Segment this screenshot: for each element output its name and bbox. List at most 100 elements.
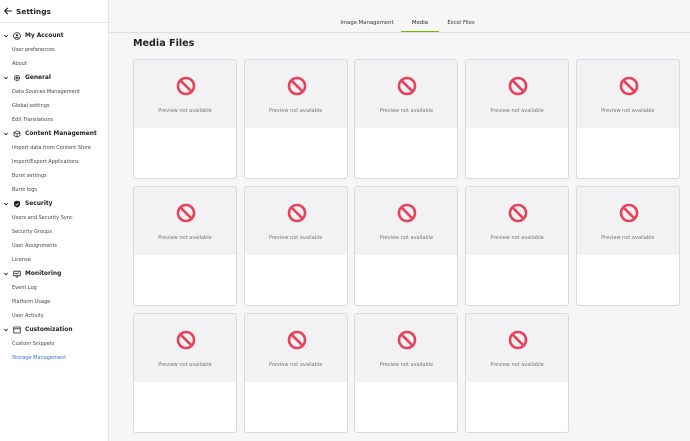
sidebar-item-storage-management[interactable]: Storage Management xyxy=(0,351,108,365)
sidebar-item-security-groups[interactable]: Security Groups xyxy=(0,225,108,239)
chevron-down-icon xyxy=(3,75,9,81)
media-file-card[interactable]: Preview not available xyxy=(243,186,348,306)
preview-unavailable-icon xyxy=(287,203,307,223)
sidebar-header: Settings xyxy=(0,0,108,23)
preview-unavailable-icon xyxy=(508,203,528,223)
preview-unavailable-icon xyxy=(619,76,639,96)
media-file-card[interactable]: Preview not available xyxy=(133,313,237,433)
preview-unavailable-text: Preview not available xyxy=(601,235,655,241)
preview-unavailable-text: Preview not available xyxy=(490,362,544,368)
preview-unavailable-icon xyxy=(176,330,196,350)
preview-unavailable-text: Preview not available xyxy=(490,235,544,241)
sidebar-item-user-assignments[interactable]: User Assignments xyxy=(0,239,108,253)
sidebar-item-license[interactable]: License xyxy=(0,253,108,267)
tab-media[interactable]: Media xyxy=(401,14,439,32)
preview-unavailable-icon xyxy=(397,76,417,96)
gear-icon xyxy=(13,74,21,82)
sidebar-section-label: My Account xyxy=(25,33,64,39)
preview-unavailable-icon xyxy=(287,76,307,96)
sidebar-section-label: General xyxy=(25,75,51,81)
page-title: Media Files xyxy=(133,38,195,49)
sidebar-item-global-settings[interactable]: Global settings xyxy=(0,99,108,113)
sidebar-item-platform-usage[interactable]: Platform Usage xyxy=(0,295,108,309)
preview-unavailable-icon xyxy=(176,203,196,223)
card-preview: Preview not available xyxy=(134,187,236,255)
sidebar-item-data-sources-management[interactable]: Data Sources Management xyxy=(0,85,108,99)
chevron-down-icon xyxy=(3,271,9,277)
preview-unavailable-icon xyxy=(287,330,307,350)
card-preview: Preview not available xyxy=(355,314,458,382)
preview-unavailable-text: Preview not available xyxy=(379,362,434,368)
card-preview: Preview not available xyxy=(134,60,236,128)
preview-unavailable-text: Preview not available xyxy=(268,362,323,368)
preview-unavailable-icon xyxy=(176,76,196,96)
media-file-card[interactable]: Preview not available xyxy=(465,186,570,306)
settings-sidebar: Settings My Account User preferences About… xyxy=(0,0,109,441)
main-content: Image Management Media Excel Files Media F… xyxy=(109,0,690,441)
sidebar-item-import-data-from-content-store[interactable]: Import data from Content Store xyxy=(0,141,108,155)
preview-unavailable-icon xyxy=(397,203,417,223)
sidebar-item-custom-snippets[interactable]: Custom Snippets xyxy=(0,337,108,351)
preview-unavailable-text: Preview not available xyxy=(490,108,544,114)
sidebar-item-burst-logs[interactable]: Burst logs xyxy=(0,183,108,197)
preview-unavailable-text: Preview not available xyxy=(268,235,323,241)
preview-unavailable-icon xyxy=(508,76,528,96)
preview-unavailable-icon xyxy=(508,330,528,350)
card-preview: Preview not available xyxy=(466,187,569,255)
sidebar-section-label: Customization xyxy=(25,327,73,333)
sidebar-title: Settings xyxy=(16,6,51,16)
sidebar-section-monitoring[interactable]: Monitoring xyxy=(0,267,108,281)
card-preview: Preview not available xyxy=(244,314,347,382)
tab-image-management[interactable]: Image Management xyxy=(329,14,405,32)
sidebar-section-customization[interactable]: Customization xyxy=(0,323,108,337)
media-file-card[interactable]: Preview not available xyxy=(243,59,348,179)
media-file-card[interactable]: Preview not available xyxy=(575,186,680,306)
chevron-down-icon xyxy=(3,33,9,39)
sidebar-item-user-preferences[interactable]: User preferences xyxy=(0,43,108,57)
preview-unavailable-text: Preview not available xyxy=(601,108,655,114)
sidebar-item-user-activity[interactable]: User Activity xyxy=(0,309,108,323)
card-preview: Preview not available xyxy=(466,60,569,128)
sidebar-item-edit-translations[interactable]: Edit Translations xyxy=(0,113,108,127)
media-file-card[interactable]: Preview not available xyxy=(133,186,237,306)
tab-bar: Image Management Media Excel Files xyxy=(109,14,690,33)
card-preview: Preview not available xyxy=(244,60,347,128)
preview-unavailable-text: Preview not available xyxy=(158,108,212,114)
media-file-card[interactable]: Preview not available xyxy=(354,186,459,306)
media-file-card[interactable]: Preview not available xyxy=(243,313,348,433)
preview-unavailable-text: Preview not available xyxy=(158,362,212,368)
chevron-down-icon xyxy=(3,131,9,137)
media-file-card[interactable]: Preview not available xyxy=(465,59,570,179)
preview-unavailable-icon xyxy=(619,203,639,223)
sidebar-section-content-management[interactable]: Content Management xyxy=(0,127,108,141)
media-file-card[interactable]: Preview not available xyxy=(354,59,459,179)
card-preview: Preview not available xyxy=(355,187,458,255)
sidebar-section-label: Monitoring xyxy=(25,271,62,277)
sidebar-item-event-log[interactable]: Event Log xyxy=(0,281,108,295)
sidebar-item-about[interactable]: About xyxy=(0,57,108,71)
card-preview: Preview not available xyxy=(134,314,236,382)
window-icon xyxy=(13,326,21,334)
preview-unavailable-text: Preview not available xyxy=(268,108,323,114)
sidebar-section-my-account[interactable]: My Account xyxy=(0,29,108,43)
sidebar-nav: My Account User preferences About General Da… xyxy=(0,23,108,365)
sidebar-item-burst-settings[interactable]: Burst settings xyxy=(0,169,108,183)
media-file-card[interactable]: Preview not available xyxy=(133,59,237,179)
sidebar-section-general[interactable]: General xyxy=(0,71,108,85)
media-file-card[interactable]: Preview not available xyxy=(354,313,459,433)
cube-icon xyxy=(13,130,21,138)
media-file-card[interactable]: Preview not available xyxy=(465,313,570,433)
sidebar-section-security[interactable]: Security xyxy=(0,197,108,211)
media-file-card[interactable]: Preview not available xyxy=(575,59,680,179)
preview-unavailable-text: Preview not available xyxy=(379,235,434,241)
chevron-down-icon xyxy=(3,327,9,333)
tab-excel-files[interactable]: Excel Files xyxy=(439,14,483,32)
card-preview: Preview not available xyxy=(576,187,679,255)
sidebar-item-import-export-applications[interactable]: Import/Export Applications xyxy=(0,155,108,169)
shield-icon xyxy=(13,200,21,208)
monitor-icon xyxy=(13,270,21,278)
user-icon xyxy=(13,32,21,40)
card-preview: Preview not available xyxy=(244,187,347,255)
back-arrow-icon[interactable] xyxy=(3,6,13,16)
sidebar-item-users-and-security-sync[interactable]: Users and Security Sync xyxy=(0,211,108,225)
